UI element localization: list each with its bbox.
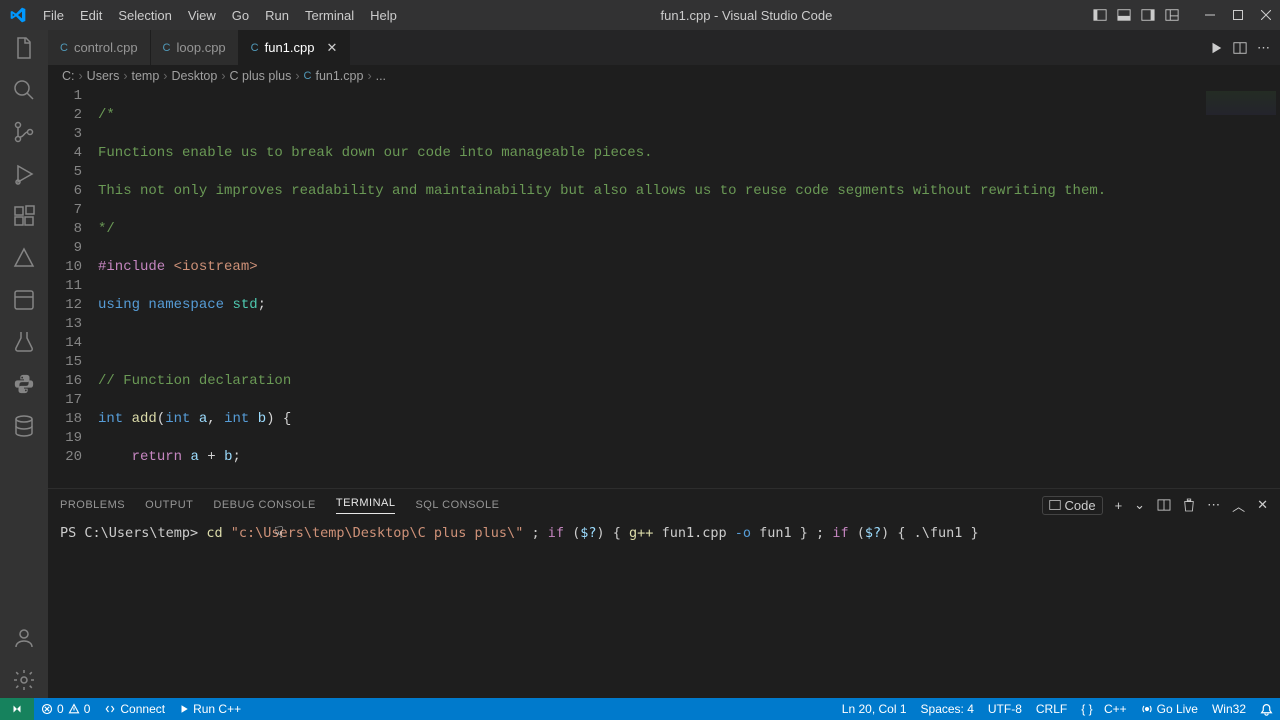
more-panel-actions-icon[interactable]: ⋯ [1207, 497, 1220, 513]
status-run-cpp[interactable]: Run C++ [172, 698, 248, 720]
menu-terminal[interactable]: Terminal [297, 8, 362, 23]
python-icon[interactable] [12, 372, 36, 396]
crumb[interactable]: C plus plus [230, 69, 292, 83]
status-bell-icon[interactable] [1253, 698, 1280, 720]
kill-terminal-icon[interactable] [1183, 498, 1195, 512]
cpp-file-icon: C [304, 70, 312, 82]
remote-indicator[interactable] [0, 698, 34, 720]
tab-control[interactable]: C control.cpp [48, 30, 151, 65]
crumb[interactable]: fun1.cpp [315, 69, 363, 83]
crumb[interactable]: C: [62, 69, 75, 83]
editor-group: C control.cpp C loop.cpp C fun1.cpp ✕ ⋯ … [48, 30, 1280, 698]
tab-label: control.cpp [74, 40, 138, 55]
new-terminal-icon[interactable]: + [1115, 498, 1123, 513]
close-panel-icon[interactable]: ✕ [1257, 497, 1268, 513]
extensions-icon[interactable] [12, 204, 36, 228]
menubar: File Edit Selection View Go Run Terminal… [35, 8, 405, 23]
main: C control.cpp C loop.cpp C fun1.cpp ✕ ⋯ … [0, 30, 1280, 698]
menu-view[interactable]: View [180, 8, 224, 23]
minimize-icon[interactable] [1196, 0, 1224, 30]
status-eol[interactable]: CRLF [1029, 698, 1074, 720]
status-language[interactable]: { } C++ [1074, 698, 1133, 720]
status-encoding[interactable]: UTF-8 [981, 698, 1029, 720]
status-lncol[interactable]: Ln 20, Col 1 [835, 698, 914, 720]
panel-tab-sql-console[interactable]: SQL CONSOLE [415, 499, 499, 511]
minimap[interactable] [1190, 87, 1280, 488]
mouse-cursor-icon: ☟ [274, 523, 284, 542]
project-icon[interactable] [12, 288, 36, 312]
status-golive[interactable]: Go Live [1134, 698, 1205, 720]
run-debug-icon[interactable] [12, 162, 36, 186]
code-content[interactable]: /* Functions enable us to break down our… [98, 87, 1190, 488]
test-icon[interactable] [12, 330, 36, 354]
status-spaces[interactable]: Spaces: 4 [914, 698, 981, 720]
terminal-prompt: PS C:\Users\temp> [60, 525, 206, 541]
panel-tab-debug-console[interactable]: DEBUG CONSOLE [213, 499, 315, 511]
tab-label: loop.cpp [177, 40, 226, 55]
statusbar: 0 0 Connect Run C++ Ln 20, Col 1 Spaces:… [0, 698, 1280, 720]
crumb[interactable]: Desktop [171, 69, 217, 83]
titlebar: File Edit Selection View Go Run Terminal… [0, 0, 1280, 30]
explorer-icon[interactable] [12, 36, 36, 60]
maximize-icon[interactable] [1224, 0, 1252, 30]
menu-selection[interactable]: Selection [110, 8, 179, 23]
accounts-icon[interactable] [12, 626, 36, 650]
source-control-icon[interactable] [12, 120, 36, 144]
tab-loop[interactable]: C loop.cpp [151, 30, 239, 65]
panel-tab-output[interactable]: OUTPUT [145, 499, 193, 511]
menu-go[interactable]: Go [224, 8, 257, 23]
panel: PROBLEMS OUTPUT DEBUG CONSOLE TERMINAL S… [48, 488, 1280, 698]
split-editor-icon[interactable] [1233, 41, 1247, 55]
toggle-secondary-sidebar-icon[interactable] [1136, 8, 1160, 22]
run-file-icon[interactable] [1209, 41, 1223, 55]
layout-controls [1088, 8, 1184, 22]
terminal-dropdown-icon[interactable]: ⌄ [1134, 497, 1145, 513]
maximize-panel-icon[interactable]: ︿ [1232, 496, 1245, 515]
menu-run[interactable]: Run [257, 8, 297, 23]
panel-tab-problems[interactable]: PROBLEMS [60, 499, 125, 511]
crumb[interactable]: Users [87, 69, 120, 83]
crumb[interactable]: ... [376, 69, 386, 83]
cpp-file-icon: C [60, 42, 68, 54]
code-editor[interactable]: 12345 678910 1112131415 1617181920 /* Fu… [48, 87, 1190, 488]
editor-tabs: C control.cpp C loop.cpp C fun1.cpp ✕ ⋯ [48, 30, 1280, 65]
vscode-logo-icon [0, 7, 35, 23]
activity-bar [0, 30, 48, 698]
window-title: fun1.cpp - Visual Studio Code [405, 8, 1088, 23]
close-tab-icon[interactable]: ✕ [326, 40, 337, 56]
close-icon[interactable] [1252, 0, 1280, 30]
status-problems[interactable]: 0 0 [34, 698, 97, 720]
status-win32[interactable]: Win32 [1205, 698, 1253, 720]
cpp-file-icon: C [251, 42, 259, 54]
customize-layout-icon[interactable] [1160, 8, 1184, 22]
search-icon[interactable] [12, 78, 36, 102]
database-icon[interactable] [12, 414, 36, 438]
split-terminal-icon[interactable] [1157, 499, 1171, 511]
cpp-file-icon: C [163, 42, 171, 54]
status-connect[interactable]: Connect [97, 698, 172, 720]
window-controls [1196, 0, 1280, 30]
menu-help[interactable]: Help [362, 8, 405, 23]
settings-gear-icon[interactable] [12, 668, 36, 692]
tab-fun1[interactable]: C fun1.cpp ✕ [239, 30, 351, 65]
menu-edit[interactable]: Edit [72, 8, 110, 23]
toggle-panel-icon[interactable] [1112, 8, 1136, 22]
menu-file[interactable]: File [35, 8, 72, 23]
breadcrumbs[interactable]: C:› Users› temp› Desktop› C plus plus› C… [48, 65, 1280, 87]
crumb[interactable]: temp [132, 69, 160, 83]
panel-tab-terminal[interactable]: TERMINAL [336, 497, 396, 514]
terminal-profile-selector[interactable]: Code [1042, 496, 1103, 515]
cmake-icon[interactable] [12, 246, 36, 270]
toggle-primary-sidebar-icon[interactable] [1088, 8, 1112, 22]
line-gutter: 12345 678910 1112131415 1617181920 [48, 87, 98, 488]
more-actions-icon[interactable]: ⋯ [1257, 40, 1270, 56]
tab-label: fun1.cpp [265, 40, 315, 55]
terminal[interactable]: ☟ PS C:\Users\temp> cd "c:\Users\temp\De… [48, 521, 1280, 698]
panel-tabs: PROBLEMS OUTPUT DEBUG CONSOLE TERMINAL S… [48, 489, 1280, 521]
